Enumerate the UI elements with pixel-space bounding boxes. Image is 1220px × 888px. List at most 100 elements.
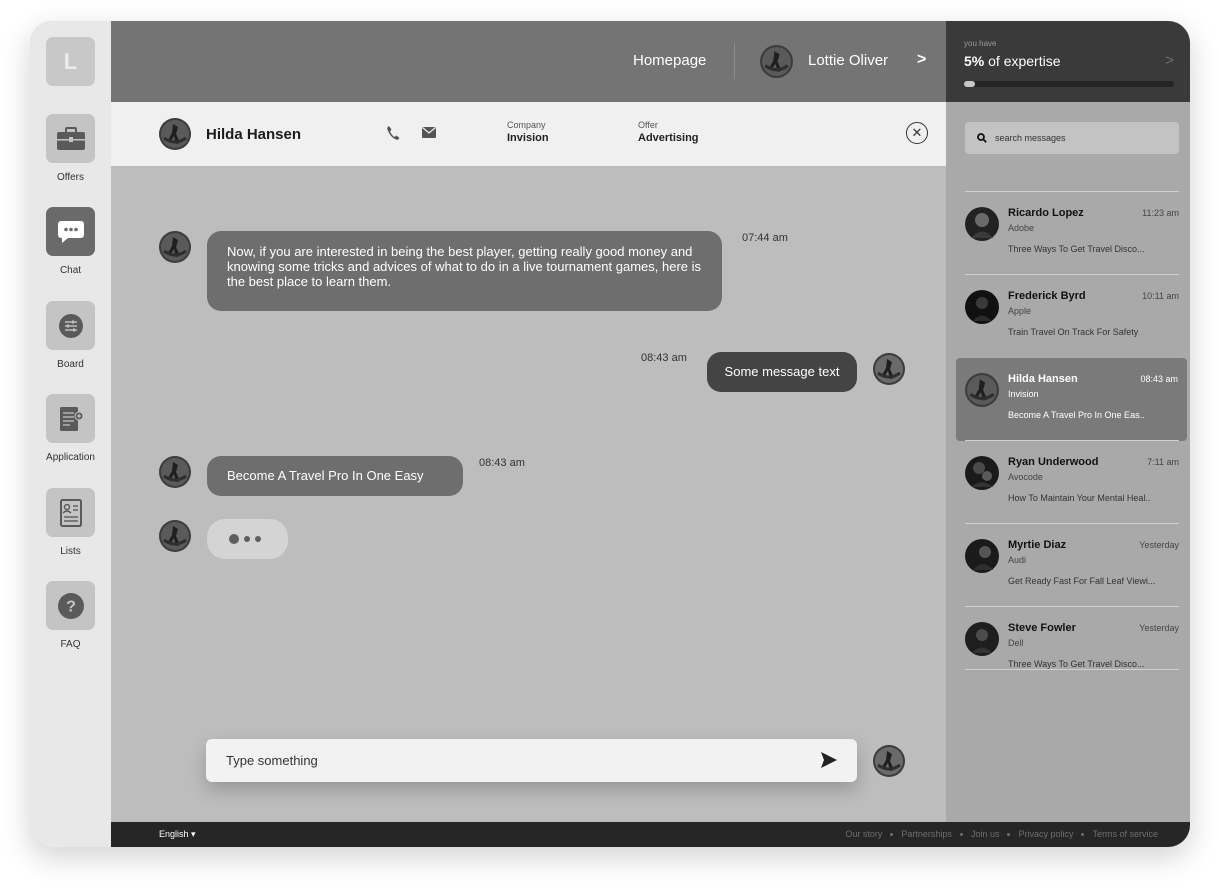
conversation-company: Avocode <box>1008 472 1043 482</box>
conversation-time: 08:43 am <box>1140 374 1178 384</box>
expertise-progress-fill <box>964 81 975 87</box>
nav-faq-box: ? <box>46 581 95 630</box>
conversation-item[interactable]: Steve Fowler Yesterday Dell Three Ways T… <box>965 606 1179 689</box>
footer: English ▾ Our story Partnerships Join us… <box>111 822 1190 847</box>
expertise-text: 5% of expertise <box>964 53 1061 69</box>
chat-area: Now, if you are interested in being the … <box>111 166 946 822</box>
nav-label-board: Board <box>57 359 84 370</box>
conversation-name: Steve Fowler <box>1008 622 1076 634</box>
search-icon <box>977 133 987 143</box>
avatar <box>159 231 191 263</box>
message-text: Now, if you are interested in being the … <box>227 244 702 289</box>
chat-bubble-icon <box>57 220 84 243</box>
conversation-item[interactable]: Myrtie Diaz Yesterday Audi Get Ready Fas… <box>965 523 1179 606</box>
message-time: 07:44 am <box>742 232 788 244</box>
sidebar: L Offers Chat Board Application Lists ? … <box>30 21 111 847</box>
nav-item-application[interactable]: Application <box>30 394 111 463</box>
conversation-company: Dell <box>1008 638 1024 648</box>
avatar <box>965 456 999 490</box>
chevron-right-icon[interactable]: > <box>917 51 926 69</box>
nav-label-lists: Lists <box>60 546 81 557</box>
message-bubble: Become A Travel Pro In One Easy <box>207 456 463 496</box>
nav-item-board[interactable]: Board <box>30 301 111 370</box>
close-button[interactable]: ✕ <box>906 122 928 144</box>
company-meta: Company Invision <box>507 120 549 144</box>
conversation-company: Audi <box>1008 555 1027 565</box>
conversation-name: Hilda Hansen <box>1008 373 1078 385</box>
conversation-item[interactable]: Ricardo Lopez 11:23 am Adobe Three Ways … <box>965 191 1179 274</box>
chevron-right-icon[interactable]: > <box>1165 52 1174 69</box>
avatar <box>965 207 999 241</box>
app-window: L Offers Chat Board Application Lists ? … <box>30 21 1190 847</box>
conversation-time: Yesterday <box>1139 623 1179 633</box>
nav-item-lists[interactable]: Lists <box>30 488 111 557</box>
user-name[interactable]: Lottie Oliver <box>808 52 888 69</box>
expertise-suffix: of expertise <box>984 53 1061 69</box>
send-icon[interactable] <box>820 751 838 769</box>
avatar <box>965 290 999 324</box>
nav-chat-box <box>46 207 95 256</box>
nav-board-box <box>46 301 95 350</box>
caret-down-icon: ▾ <box>191 829 196 839</box>
message-text: Some message text <box>724 364 840 379</box>
conversation-time: 11:23 am <box>1142 208 1179 218</box>
mail-icon[interactable] <box>422 127 436 138</box>
close-icon: ✕ <box>911 125 923 140</box>
question-icon: ? <box>57 592 84 619</box>
footer-links: Our story Partnerships Join us Privacy p… <box>845 829 1158 839</box>
message-input[interactable] <box>226 739 786 782</box>
conversation-preview: Train Travel On Track For Safety <box>1008 327 1139 337</box>
conversation-preview: Get Ready Fast For Fall Leaf Viewi... <box>1008 576 1156 586</box>
conversation-name: Ryan Underwood <box>1008 456 1099 468</box>
avatar[interactable] <box>760 45 793 78</box>
conversation-company: Apple <box>1008 306 1032 316</box>
typing-dot <box>244 536 250 542</box>
message-time: 08:43 am <box>479 457 525 469</box>
search-input[interactable] <box>995 133 1165 143</box>
avatar <box>159 520 191 552</box>
top-bar: Homepage Lottie Oliver > <box>111 21 946 102</box>
message-bubble: Now, if you are interested in being the … <box>207 231 722 311</box>
conversation-preview: Three Ways To Get Travel Disco... <box>1008 244 1145 254</box>
conversation-preview: Become A Travel Pro In One Eas.. <box>1008 410 1145 420</box>
message-composer <box>206 739 857 782</box>
footer-link-partnerships[interactable]: Partnerships <box>901 829 952 839</box>
message-time: 08:43 am <box>641 352 687 364</box>
footer-link-privacy-policy[interactable]: Privacy policy <box>1018 829 1073 839</box>
separator-dot <box>1081 832 1085 836</box>
conversation-name: Ricardo Lopez <box>1008 207 1084 219</box>
offer-value: Advertising <box>638 132 699 144</box>
homepage-link[interactable]: Homepage <box>633 52 706 69</box>
divider <box>965 669 1179 670</box>
nav-item-chat[interactable]: Chat <box>30 207 111 276</box>
typing-dot <box>229 534 239 544</box>
separator-dot <box>890 832 894 836</box>
nav-label-faq: FAQ <box>60 639 81 650</box>
expertise-panel[interactable]: you have 5% of expertise > <box>946 21 1190 102</box>
language-select[interactable]: English ▾ <box>159 829 196 840</box>
avatar <box>965 373 999 407</box>
nav-label-offers: Offers <box>56 172 85 183</box>
conversation-time: 10:11 am <box>1142 291 1179 301</box>
company-label: Company <box>507 120 546 130</box>
conversation-name: Frederick Byrd <box>1008 290 1086 302</box>
footer-link-our-story[interactable]: Our story <box>845 829 882 839</box>
conversation-item[interactable]: Frederick Byrd 10:11 am Apple Train Trav… <box>965 274 1179 357</box>
conversation-name: Myrtie Diaz <box>1008 539 1067 551</box>
search-box <box>965 122 1179 154</box>
conversation-item[interactable]: Ryan Underwood 7:11 am Avocode How To Ma… <box>965 440 1179 523</box>
nav-item-faq[interactable]: ? FAQ <box>30 581 111 650</box>
avatar <box>873 353 905 385</box>
phone-icon[interactable] <box>386 125 400 141</box>
nav-item-offers[interactable]: Offers <box>30 114 111 183</box>
avatar[interactable] <box>159 118 191 150</box>
conversation-time: 7:11 am <box>1147 457 1179 467</box>
conversation-preview: Three Ways To Get Travel Disco... <box>1008 659 1145 669</box>
footer-link-terms-of-service[interactable]: Terms of service <box>1092 829 1158 839</box>
offer-meta: Offer Advertising <box>638 120 699 144</box>
conversation-time: Yesterday <box>1139 540 1179 550</box>
avatar <box>965 539 999 573</box>
nav-application-box <box>46 394 95 443</box>
conversation-item-active[interactable]: Hilda Hansen 08:43 am Invision Become A … <box>956 358 1187 441</box>
footer-link-join-us[interactable]: Join us <box>971 829 1000 839</box>
